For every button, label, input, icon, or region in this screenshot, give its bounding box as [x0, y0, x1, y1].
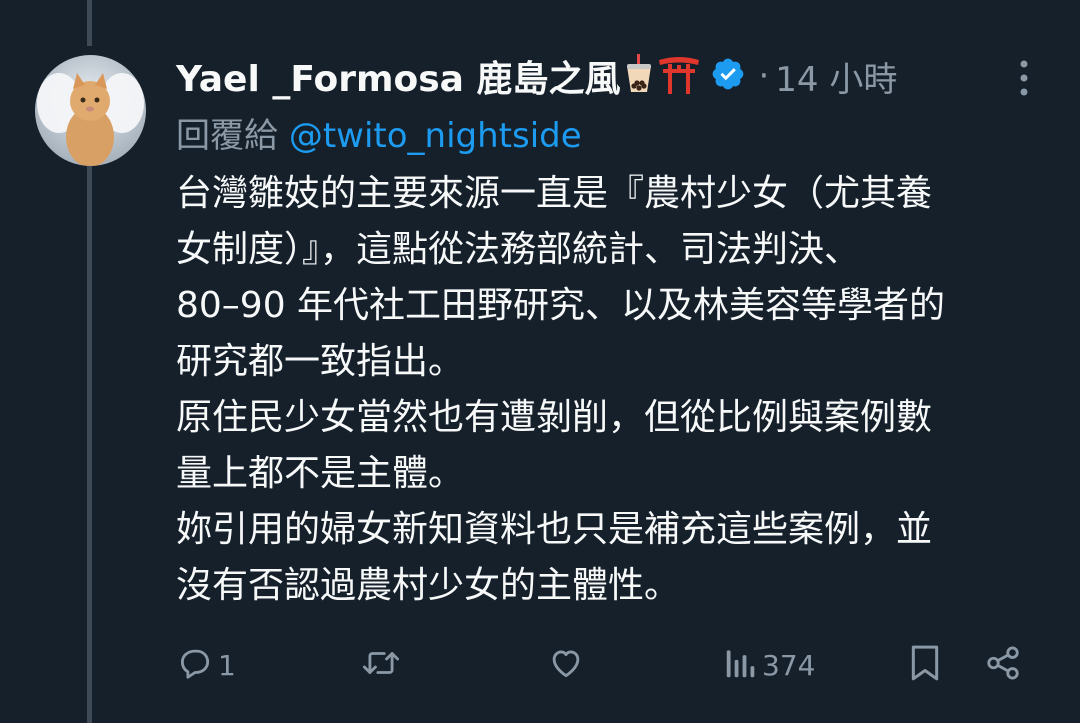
reply-prefix: 回覆給	[176, 116, 278, 156]
bookmark-button[interactable]	[908, 640, 942, 690]
tweet-line: 量上都不是主體。	[176, 453, 465, 494]
views-button[interactable]: 374	[724, 640, 815, 690]
tweet-line: 原住民少女當然也有遭剝削，但從比例與案例數	[176, 397, 933, 438]
verified-badge-icon[interactable]	[710, 56, 746, 96]
share-button[interactable]	[984, 640, 1022, 690]
bookmark-icon	[908, 643, 942, 687]
tweet-line: 台灣雛妓的主要來源一直是『農村少女（尤其養	[176, 173, 933, 214]
tweet-line: 80–90 年代社工田野研究、以及林美容等學者的	[176, 285, 946, 326]
retweet-button[interactable]	[360, 640, 406, 690]
thread-line-bottom	[87, 166, 92, 723]
display-name[interactable]: Yael _Formosa 鹿島之風	[176, 50, 620, 102]
tweet-line: 沒有否認過農村少女的主體性。	[176, 565, 681, 606]
reply-to-handle[interactable]: @twito_nightside	[289, 116, 582, 156]
action-bar: 1 374	[176, 640, 1036, 690]
retweet-icon	[360, 644, 402, 686]
bubble-tea-icon	[624, 54, 654, 98]
tweet-text: 台灣雛妓的主要來源一直是『農村少女（尤其養 女制度）』，這點從法務部統計、司法判…	[176, 166, 1046, 614]
thread-line-top	[87, 0, 92, 46]
separator-dot: ·	[758, 56, 770, 96]
like-button[interactable]	[546, 640, 590, 690]
avatar[interactable]	[35, 55, 146, 166]
heart-icon	[546, 644, 586, 686]
more-options-icon[interactable]	[1016, 58, 1032, 98]
share-icon	[984, 644, 1022, 686]
tweet-line: 妳引用的婦女新知資料也只是補充這些案例，並	[176, 509, 933, 550]
reply-count: 1	[218, 648, 236, 682]
reply-icon	[176, 644, 214, 686]
tweet-line: 女制度）』，這點從法務部統計、司法判決、	[176, 229, 861, 270]
tweet-line: 研究都一致指出。	[176, 341, 465, 382]
torii-gate-icon	[658, 54, 700, 98]
timestamp[interactable]: 14 小時	[775, 52, 897, 101]
views-count: 374	[762, 648, 816, 682]
reply-context: 回覆給 @twito_nightside	[176, 108, 582, 157]
tweet-header: Yael _Formosa 鹿島之風 · 14 小時	[176, 50, 897, 102]
reply-button[interactable]: 1	[176, 640, 236, 690]
views-chart-icon	[724, 644, 758, 686]
